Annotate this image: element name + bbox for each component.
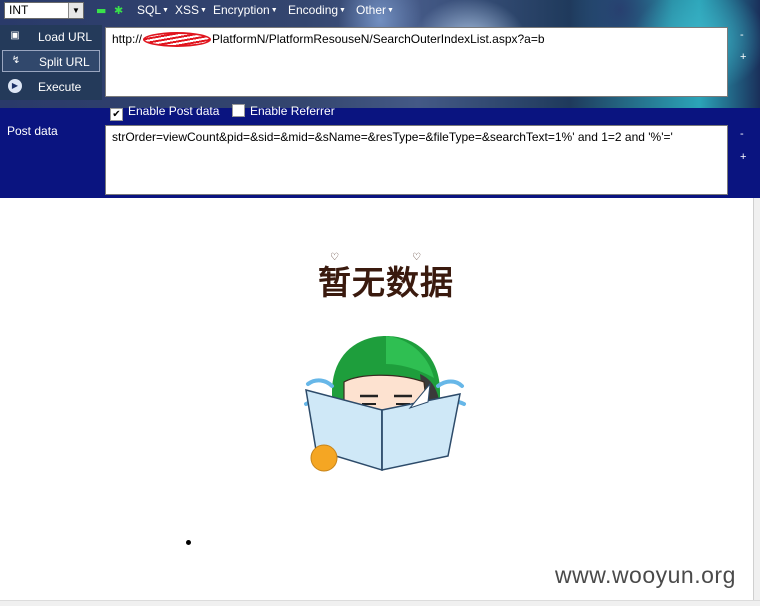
caret-icon: ▼ (387, 7, 394, 15)
load-url-button[interactable]: ▣ Load URL (2, 26, 100, 48)
execute-button[interactable]: ▶ Execute (2, 76, 100, 98)
caret-icon: ▼ (162, 7, 169, 15)
enable-post-checkbox[interactable]: ✔ Enable Post data (110, 104, 219, 121)
type-select-value: INT (9, 3, 29, 17)
play-icon: ▶ (8, 79, 22, 93)
post-data-value: strOrder=viewCount&pid=&sid=&mid=&sName=… (112, 130, 673, 144)
menu-encoding[interactable]: Encoding▼ (288, 3, 346, 17)
tear-right-icon (436, 379, 464, 388)
heart-icon: ♡ (412, 252, 421, 263)
url-textarea[interactable]: http:// PlatformN/PlatformResouseN/Search… (105, 27, 728, 97)
window-bottom-edge (0, 600, 760, 606)
wooyun-watermark: www.wooyun.org (555, 562, 736, 588)
menu-sql[interactable]: SQL▼ (137, 3, 169, 17)
type-select[interactable]: INT ▼ (4, 2, 84, 19)
url-expand-button[interactable]: + (740, 51, 746, 63)
caret-icon: ▼ (270, 7, 278, 15)
orange-ball-icon (310, 444, 338, 472)
heart-icon: ♡ (330, 252, 339, 263)
post-data-textarea[interactable]: strOrder=viewCount&pid=&sid=&mid=&sName=… (105, 125, 728, 195)
window-right-edge (753, 198, 760, 605)
split-url-button[interactable]: ↯ Split URL (2, 50, 100, 72)
post-expand-button[interactable]: + (740, 151, 746, 163)
caret-icon: ▼ (200, 7, 207, 15)
hackbar-panel: INT ▼ ▬ ✱ SQL▼ XSS▼ Encryption▼ Encoding… (0, 0, 760, 198)
url-prefix: http:// (112, 32, 143, 46)
asterisk-icon[interactable]: ✱ (114, 4, 123, 17)
crying-reader-illustration (304, 336, 466, 472)
list-bullet (186, 540, 191, 545)
checkmark-icon[interactable]: ✔ (110, 108, 123, 121)
enable-referrer-checkbox[interactable]: Enable Referrer (232, 104, 335, 118)
empty-state-title: 暂无数据 (318, 263, 454, 302)
chevron-down-icon[interactable]: ▼ (68, 3, 83, 18)
url-shrink-button[interactable]: - (740, 29, 744, 41)
redaction-scribble (143, 32, 212, 48)
menu-other[interactable]: Other▼ (356, 3, 394, 17)
tear-left-icon (306, 378, 334, 388)
load-url-icon: ▣ (10, 30, 20, 41)
menu-encryption[interactable]: Encryption▼ (213, 3, 278, 17)
checkbox-empty-icon[interactable] (232, 104, 245, 117)
minus-icon[interactable]: ▬ (96, 4, 106, 17)
split-url-icon: ↯ (11, 55, 21, 66)
post-shrink-button[interactable]: - (740, 128, 744, 140)
menu-xss[interactable]: XSS▼ (175, 3, 207, 17)
caret-icon: ▼ (339, 7, 346, 15)
url-suffix: PlatformN/PlatformResouseN/SearchOuterIn… (212, 32, 545, 46)
post-data-label: Post data (7, 124, 58, 138)
